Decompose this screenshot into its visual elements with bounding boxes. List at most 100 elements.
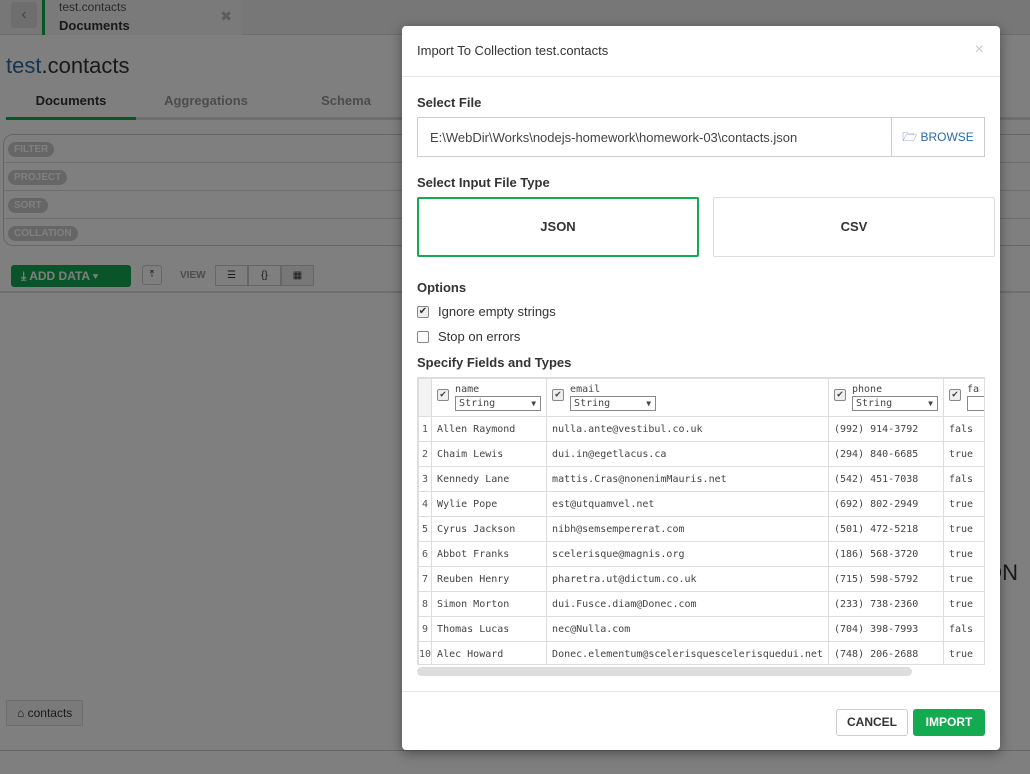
table-cell: true	[942, 591, 984, 617]
file-path-input[interactable]: E:\WebDir\Works\nodejs-homework\homework…	[417, 117, 892, 157]
table-cell: Donec.elementum@scelerisquescelerisquedu…	[546, 641, 829, 664]
table-cell: scelerisque@magnis.org	[546, 541, 829, 567]
table-row: 2 Chaim Lewis dui.in@egetlacus.ca (294) 840…	[418, 441, 984, 467]
column-header-name: ✔ name String	[431, 378, 548, 417]
field-type-select[interactable]: String	[570, 396, 657, 411]
close-icon[interactable]: ×	[975, 41, 984, 59]
browse-label: BROWSE	[920, 130, 974, 144]
table-row: 8 Simon Morton dui.Fusce.diam@Donec.com (23…	[418, 591, 984, 617]
table-cell: true	[942, 491, 984, 517]
table-cell: (692) 802-2949	[827, 491, 944, 517]
row-index: 2	[418, 441, 433, 467]
modal-title: Import To Collection test.contacts	[417, 43, 609, 58]
table-cell: (186) 568-3720	[827, 541, 944, 567]
json-type-button[interactable]: JSON	[417, 197, 699, 257]
modal-footer: CANCEL IMPORT	[402, 691, 1000, 750]
row-index: 4	[418, 491, 433, 517]
table-cell: fals	[942, 616, 984, 642]
column-header-fa: ✔ fa	[942, 378, 984, 417]
table-row: 10 Alec Howard Donec.elementum@scelerisque…	[418, 641, 984, 664]
table-cell: est@utquamvel.net	[546, 491, 829, 517]
column-include-checkbox[interactable]: ✔	[437, 389, 450, 401]
table-cell: fals	[942, 416, 984, 442]
field-type-select[interactable]: String	[455, 396, 542, 411]
table-cell: fals	[942, 466, 984, 492]
option-stop-on-errors[interactable]: Stop on errors	[417, 329, 520, 344]
horizontal-scrollbar[interactable]	[417, 667, 912, 676]
column-include-checkbox[interactable]: ✔	[552, 389, 565, 401]
table-cell: true	[942, 441, 984, 467]
table-row: 1 Allen Raymond nulla.ante@vestibul.co.uk(…	[418, 416, 984, 442]
table-cell: Reuben Henry	[431, 566, 548, 592]
table-cell: nulla.ante@vestibul.co.uk	[546, 416, 829, 442]
field-name: phone	[851, 384, 883, 395]
table-cell: Kennedy Lane	[431, 466, 548, 492]
table-row: 3 Kennedy Lane mattis.Cras@nonenimMauris.n…	[418, 466, 984, 492]
table-cell: Cyrus Jackson	[431, 516, 548, 542]
table-row: 9 Thomas Lucas nec@Nulla.com (704) 398-7993…	[418, 616, 984, 642]
table-cell: true	[942, 516, 984, 542]
option-label: Ignore empty strings	[438, 304, 556, 319]
fields-table: ✔nameString✔emailString✔phoneString✔fa 1…	[417, 377, 985, 665]
row-index: 6	[418, 541, 433, 567]
table-cell: true	[942, 641, 984, 664]
column-header-email: ✔ email String	[546, 378, 829, 417]
field-name: email	[570, 384, 601, 395]
table-cell: (715) 598-5792	[827, 566, 944, 592]
column-include-checkbox[interactable]: ✔	[833, 389, 846, 401]
table-cell: (501) 472-5218	[827, 516, 944, 542]
select-file-label: Select File	[417, 95, 482, 110]
option-label: Stop on errors	[438, 329, 521, 344]
checkbox[interactable]	[417, 330, 429, 343]
table-cell: (704) 398-7993	[827, 616, 944, 642]
table-cell: (542) 451-7038	[827, 466, 944, 492]
row-index: 8	[418, 591, 433, 617]
table-row: 7 Reuben Henry pharetra.ut@dictum.co.uk (71…	[418, 566, 984, 592]
column-include-checkbox[interactable]: ✔	[948, 389, 961, 401]
browse-button[interactable]: 🗁 BROWSE	[891, 117, 985, 157]
table-cell: true	[942, 566, 984, 592]
csv-type-button[interactable]: CSV	[713, 197, 995, 257]
table-cell: Alec Howard	[431, 641, 548, 664]
option-ignore-empty[interactable]: ✔ Ignore empty strings	[417, 304, 556, 319]
table-cell: true	[942, 541, 984, 567]
select-type-label: Select Input File Type	[417, 175, 550, 190]
table-cell: pharetra.ut@dictum.co.uk	[546, 566, 829, 592]
table-cell: Allen Raymond	[431, 416, 548, 442]
table-cell: Wylie Pope	[431, 491, 548, 517]
row-index: 5	[418, 516, 433, 542]
fields-label: Specify Fields and Types	[417, 355, 572, 370]
table-row: 4 Wylie Pope est@utquamvel.net (692) 802-29…	[418, 491, 984, 517]
table-cell: (992) 914-3792	[827, 416, 944, 442]
cancel-button[interactable]: CANCEL	[836, 709, 908, 736]
table-cell: mattis.Cras@nonenimMauris.net	[546, 466, 829, 492]
table-cell: (748) 206-2688	[827, 641, 944, 664]
table-cell: Chaim Lewis	[431, 441, 548, 467]
row-index: 1	[418, 416, 433, 442]
table-cell: nibh@semsempererat.com	[546, 516, 829, 542]
index-header	[418, 378, 433, 417]
table-cell: dui.in@egetlacus.ca	[546, 441, 829, 467]
folder-icon: 🗁	[902, 130, 918, 144]
row-index: 10	[418, 641, 433, 664]
import-modal: Import To Collection test.contacts × Sele…	[402, 26, 1000, 750]
table-cell: Thomas Lucas	[431, 616, 548, 642]
import-button[interactable]: IMPORT	[913, 709, 985, 736]
table-cell: dui.Fusce.diam@Donec.com	[546, 591, 829, 617]
table-cell: Simon Morton	[431, 591, 548, 617]
table-cell: nec@Nulla.com	[546, 616, 829, 642]
options-label: Options	[417, 280, 467, 295]
field-type-select[interactable]: String	[851, 396, 938, 411]
table-cell: Abbot Franks	[431, 541, 548, 567]
field-type-select[interactable]	[966, 396, 984, 411]
row-index: 9	[418, 616, 433, 642]
checkbox-checked[interactable]: ✔	[417, 305, 429, 318]
field-name: name	[455, 384, 480, 395]
table-row: 6 Abbot Franks scelerisque@magnis.org (186)…	[418, 541, 984, 567]
table-row: 5 Cyrus Jackson nibh@semsempererat.com (501…	[418, 516, 984, 542]
field-name: fa	[966, 384, 980, 395]
table-cell: (294) 840-6685	[827, 441, 944, 467]
table-cell: (233) 738-2360	[827, 591, 944, 617]
column-header-phone: ✔ phone String	[827, 378, 944, 417]
row-index: 7	[418, 566, 433, 592]
